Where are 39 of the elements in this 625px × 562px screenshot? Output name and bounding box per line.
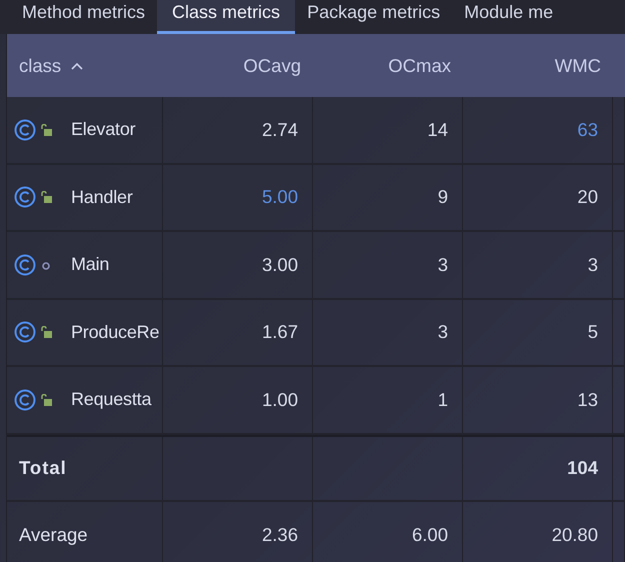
table-cell: 9 [438, 186, 448, 208]
class-icon [14, 388, 36, 411]
class-icon [14, 186, 36, 208]
table-cell: 20 [577, 186, 598, 208]
summary-label: Total [18, 457, 67, 480]
table-cell: 14 [427, 118, 448, 141]
table-cell: 63 [577, 118, 598, 141]
tab[interactable]: Module me [452, 0, 566, 34]
class-icon [14, 321, 36, 344]
tab[interactable]: Package metrics [295, 0, 452, 34]
table-cell: 5 [588, 321, 598, 344]
tab[interactable]: Class metrics [157, 0, 296, 34]
table-cell: 5.00 [262, 186, 298, 208]
class-icon [14, 254, 36, 276]
tab[interactable]: Method metrics [10, 0, 158, 34]
class-name: Requestta [71, 389, 152, 410]
table-cell: 3.00 [262, 254, 298, 276]
table-cell: 3 [588, 254, 598, 276]
class-icon [14, 118, 36, 141]
column-header[interactable]: OCmax [388, 54, 451, 76]
column-header[interactable]: class [19, 54, 62, 76]
table-cell: 1.00 [262, 388, 298, 411]
class-name: Main [71, 254, 110, 276]
table-cell: 2.36 [262, 524, 298, 546]
table-cell: 104 [567, 457, 598, 480]
table-cell: 1 [438, 388, 448, 411]
table-cell: 3 [438, 321, 448, 344]
table-cell: 13 [577, 388, 598, 411]
column-header[interactable]: OCavg [243, 54, 301, 76]
class-name: ProduceRe [71, 322, 160, 343]
table-cell: 1.67 [262, 321, 298, 344]
class-name: Elevator [71, 119, 136, 140]
summary-label: Average [18, 524, 88, 546]
column-header[interactable]: WMC [554, 54, 601, 76]
table-cell: 2.74 [262, 118, 298, 141]
table-cell: 3 [438, 254, 448, 276]
table-cell: 6.00 [412, 524, 448, 546]
class-name: Handler [71, 186, 133, 208]
table-cell: 20.80 [552, 524, 598, 546]
